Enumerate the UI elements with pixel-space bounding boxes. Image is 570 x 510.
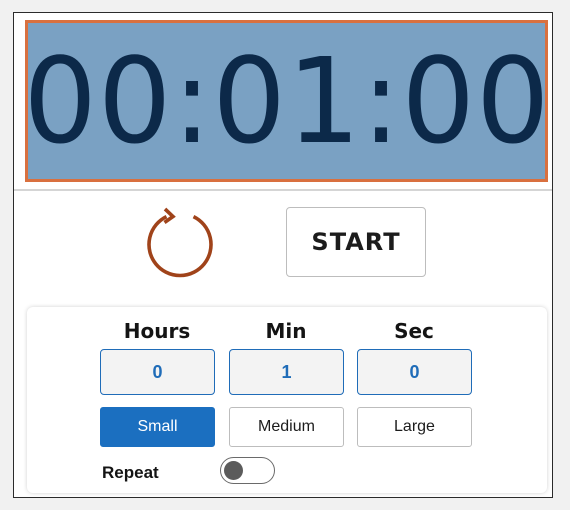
hours-input[interactable] [100, 349, 215, 395]
size-small-button[interactable]: Small [100, 407, 215, 447]
repeat-label: Repeat [102, 463, 159, 482]
timer-display-text: 00:01:00 [22, 32, 551, 170]
reset-icon [147, 207, 213, 278]
size-medium-button[interactable]: Medium [229, 407, 344, 447]
reset-button[interactable] [142, 205, 218, 281]
settings-panel: Hours Min Sec Small Medium Large Repeat [27, 307, 547, 493]
sec-input[interactable] [357, 349, 472, 395]
size-large-button[interactable]: Large [357, 407, 472, 447]
min-label: Min [265, 319, 307, 343]
hours-label: Hours [123, 319, 191, 343]
start-button[interactable]: START [286, 207, 426, 277]
timer-widget: 00:01:00 START Hours Min Sec Small Mediu… [13, 12, 553, 498]
toggle-knob [224, 461, 243, 480]
min-input[interactable] [229, 349, 344, 395]
timer-display: 00:01:00 [22, 20, 551, 182]
repeat-toggle[interactable] [220, 457, 275, 484]
divider [14, 189, 552, 191]
sec-label: Sec [394, 319, 434, 343]
